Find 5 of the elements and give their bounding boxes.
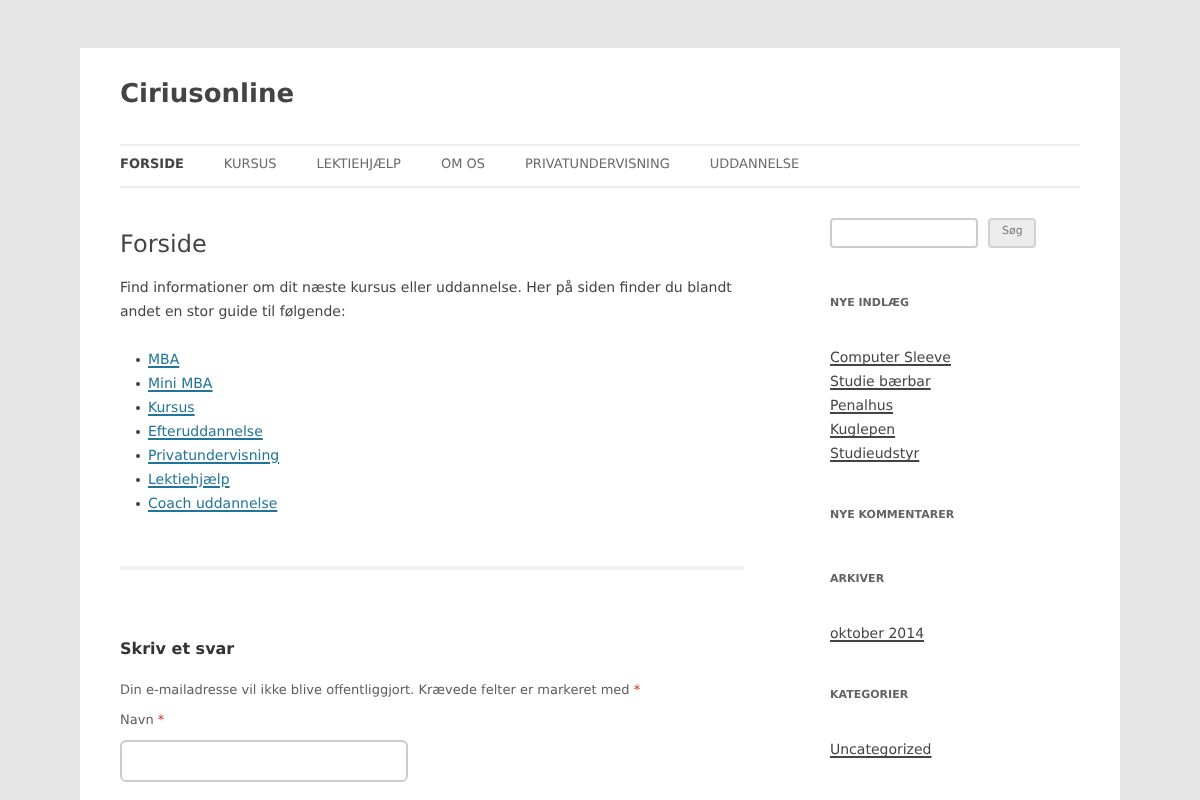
- name-field[interactable]: [120, 739, 408, 781]
- site-title: Ciriusonline: [120, 78, 297, 114]
- search-field[interactable]: [830, 218, 978, 248]
- page-title: Forside: [120, 228, 209, 260]
- reply-title: Skriv et svar: [120, 638, 237, 662]
